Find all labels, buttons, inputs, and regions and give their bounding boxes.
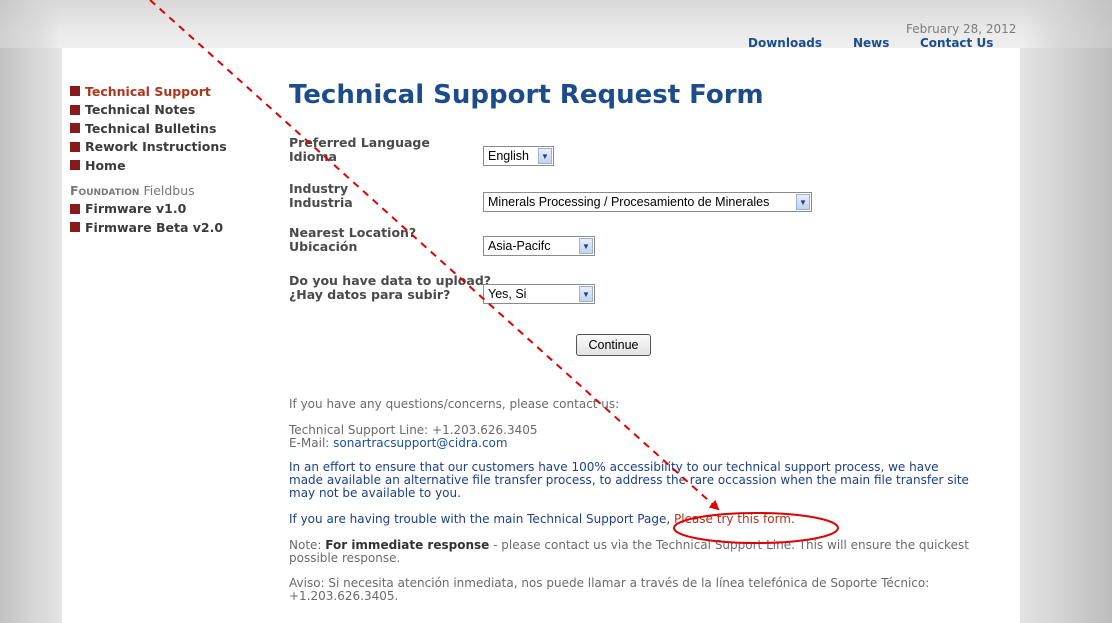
nav-news-link[interactable]: News <box>853 36 889 50</box>
email-link[interactable]: sonartracsupport@cidra.com <box>333 436 507 450</box>
sidebar-item-label: Technical Support <box>85 83 211 99</box>
label-en: Preferred Language <box>289 135 430 150</box>
email-line: E-Mail: sonartracsupport@cidra.com <box>289 437 969 450</box>
nav-downloads-link[interactable]: Downloads <box>748 36 822 50</box>
aviso-paragraph: Aviso: Si necesita atención inmediata, n… <box>289 576 930 603</box>
language-select[interactable]: English ▼ <box>483 146 554 166</box>
data-upload-select[interactable]: Yes, Si ▼ <box>483 284 595 304</box>
sidebar-item-home[interactable]: Home <box>70 156 260 175</box>
note-paragraph: Note: For immediate response - please co… <box>289 539 969 565</box>
decorative-left-background <box>0 0 60 623</box>
sidebar-item-technical-notes[interactable]: Technical Notes <box>70 101 260 120</box>
bullet-square-icon <box>70 141 80 152</box>
trouble-line: If you are having trouble with the main … <box>289 513 969 526</box>
accessibility-note: In an effort to ensure that our customer… <box>289 460 969 500</box>
trouble-text: If you are having trouble with the main … <box>289 512 674 526</box>
preferred-language-label: Preferred Language Idioma <box>289 136 430 164</box>
sidebar-item-technical-bulletins[interactable]: Technical Bulletins <box>70 119 260 138</box>
industry-select[interactable]: Minerals Processing / Procesamiento de M… <box>483 192 812 212</box>
bullet-square-icon <box>70 104 80 115</box>
chevron-down-icon: ▼ <box>796 194 810 210</box>
continue-button[interactable]: Continue <box>576 334 651 356</box>
sidebar-section-title: Foundation Fieldbus <box>70 183 260 200</box>
email-label: E-Mail: <box>289 436 334 450</box>
label-es: ¿Hay datos para subir? <box>289 287 451 302</box>
nav-contact-us-link[interactable]: Contact Us <box>920 36 993 50</box>
sidebar-nav: Technical Support Technical Notes Techni… <box>70 82 260 237</box>
sidebar-item-technical-support[interactable]: Technical Support <box>70 82 260 101</box>
label-en: Do you have data to upload? <box>289 273 492 288</box>
bullet-square-icon <box>70 160 80 171</box>
sidebar-item-label: Home <box>85 157 126 173</box>
label-es: Industria <box>289 195 353 210</box>
data-upload-label: Do you have data to upload? ¿Hay datos p… <box>289 274 491 302</box>
sidebar-item-label: Firmware Beta v2.0 <box>85 219 224 235</box>
page-title: Technical Support Request Form <box>289 80 764 110</box>
label-es: Idioma <box>289 149 337 164</box>
label-en: Nearest Location? <box>289 225 417 240</box>
contact-intro: If you have any questions/concerns, plea… <box>289 397 620 411</box>
label-es: Ubicación <box>289 239 358 254</box>
sidebar-item-firmware-beta-v2[interactable]: Firmware Beta v2.0 <box>70 218 260 237</box>
select-value: Asia-Pacifc <box>488 239 551 253</box>
label-en: Industry <box>289 181 349 196</box>
chevron-down-icon: ▼ <box>579 238 593 254</box>
location-select[interactable]: Asia-Pacifc ▼ <box>483 236 595 256</box>
bullet-square-icon <box>70 86 80 97</box>
current-date: February 28, 2012 <box>906 22 1017 36</box>
sidebar-item-label: Technical Bulletins <box>85 120 217 136</box>
decorative-right-background <box>1022 0 1112 623</box>
sidebar-item-label: Firmware v1.0 <box>85 201 187 217</box>
select-value: Yes, Si <box>488 287 527 301</box>
nearest-location-label: Nearest Location? Ubicación <box>289 226 416 254</box>
select-value: English <box>488 149 529 163</box>
select-value: Minerals Processing / Procesamiento de M… <box>488 195 770 209</box>
sidebar-item-label: Technical Notes <box>85 102 196 118</box>
alternative-form-link[interactable]: Please try this form. <box>674 512 795 526</box>
chevron-down-icon: ▼ <box>579 286 593 302</box>
bullet-square-icon <box>70 222 80 233</box>
bullet-square-icon <box>70 203 80 214</box>
industry-label: Industry Industria <box>289 182 353 210</box>
sidebar-item-rework-instructions[interactable]: Rework Instructions <box>70 138 260 157</box>
sidebar-item-firmware-v1[interactable]: Firmware v1.0 <box>70 200 260 219</box>
bullet-square-icon <box>70 123 80 134</box>
sidebar-item-label: Rework Instructions <box>85 139 227 155</box>
note-emphasis: For immediate response <box>325 538 490 552</box>
note-prefix: Note: <box>289 538 326 552</box>
section-title-text: Fieldbus <box>143 182 195 198</box>
chevron-down-icon: ▼ <box>538 148 552 164</box>
foundation-brand: Foundation <box>70 182 140 198</box>
